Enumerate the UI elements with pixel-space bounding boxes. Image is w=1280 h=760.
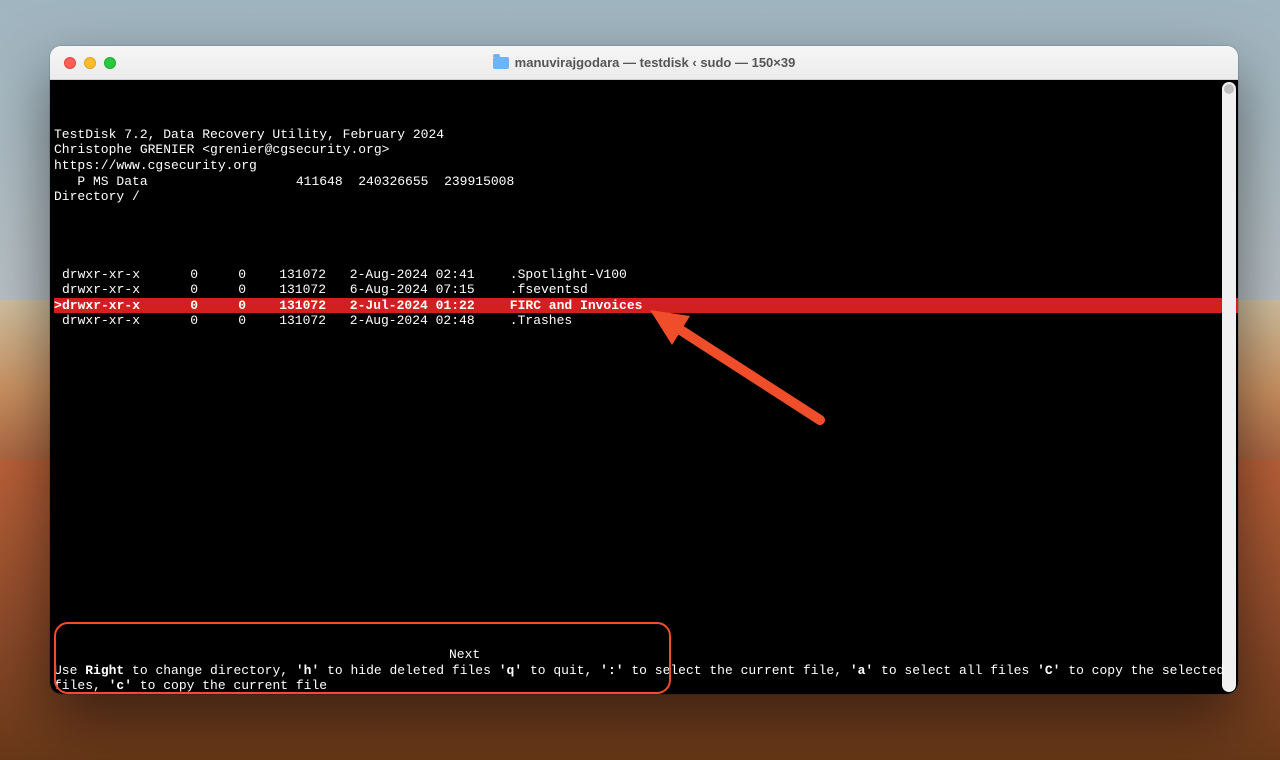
minimize-button[interactable] <box>84 57 96 69</box>
hint-line-1: Use Right to change directory, 'h' to hi… <box>54 663 491 678</box>
app-version-line: TestDisk 7.2, Data Recovery Utility, Feb… <box>54 127 444 142</box>
file-row[interactable]: drwxr-xr-x00131072 2-Aug-2024 02:41 .Spo… <box>54 267 1238 283</box>
col-gid: 0 <box>198 298 246 314</box>
terminal-content: TestDisk 7.2, Data Recovery Utility, Feb… <box>50 80 1238 360</box>
row-cursor <box>54 313 62 329</box>
traffic-lights <box>50 57 116 69</box>
file-list[interactable]: drwxr-xr-x00131072 2-Aug-2024 02:41 .Spo… <box>50 252 1238 329</box>
row-cursor <box>54 267 62 283</box>
row-cursor: > <box>54 298 62 314</box>
col-date: 6-Aug-2024 07:15 <box>326 282 502 298</box>
col-uid: 0 <box>150 313 198 329</box>
col-name: .Spotlight-V100 <box>502 267 627 283</box>
col-name: FIRC and Invoices <box>502 298 642 314</box>
zoom-button[interactable] <box>104 57 116 69</box>
url-line: https://www.cgsecurity.org <box>54 158 257 173</box>
directory-line: Directory / <box>54 189 140 204</box>
terminal-body[interactable]: TestDisk 7.2, Data Recovery Utility, Feb… <box>50 80 1238 694</box>
col-uid: 0 <box>150 267 198 283</box>
col-size: 131072 <box>246 267 326 283</box>
file-row[interactable]: drwxr-xr-x00131072 6-Aug-2024 07:15 .fse… <box>54 282 1238 298</box>
col-name: .Trashes <box>502 313 572 329</box>
scrollbar-thumb[interactable] <box>1224 84 1234 94</box>
window-title-text: manuvirajgodara — testdisk ‹ sudo — 150×… <box>515 55 796 70</box>
window-title: manuvirajgodara — testdisk ‹ sudo — 150×… <box>50 55 1238 70</box>
col-date: 2-Jul-2024 01:22 <box>326 298 502 314</box>
col-date: 2-Aug-2024 02:48 <box>326 313 502 329</box>
col-gid: 0 <box>198 313 246 329</box>
col-size: 131072 <box>246 282 326 298</box>
partition-line: P MS Data 411648 240326655 239915008 <box>54 174 514 189</box>
col-size: 131072 <box>246 298 326 314</box>
scrollbar[interactable] <box>1222 82 1236 692</box>
file-row[interactable]: drwxr-xr-x00131072 2-Aug-2024 02:48 .Tra… <box>54 313 1238 329</box>
col-perms: drwxr-xr-x <box>62 267 150 283</box>
col-perms: drwxr-xr-x <box>62 298 150 314</box>
close-button[interactable] <box>64 57 76 69</box>
help-footer: Next Use Right to change directory, 'h' … <box>54 647 1234 694</box>
col-perms: drwxr-xr-x <box>62 313 150 329</box>
col-perms: drwxr-xr-x <box>62 282 150 298</box>
col-date: 2-Aug-2024 02:41 <box>326 267 502 283</box>
terminal-window: manuvirajgodara — testdisk ‹ sudo — 150×… <box>50 46 1238 694</box>
hint-line-2: 'q' to quit, ':' to select the current f… <box>499 663 1030 678</box>
row-cursor <box>54 282 62 298</box>
col-gid: 0 <box>198 267 246 283</box>
author-line: Christophe GRENIER <grenier@cgsecurity.o… <box>54 142 389 157</box>
folder-icon <box>493 57 509 69</box>
footer-next: Next <box>54 647 1234 663</box>
file-row[interactable]: >drwxr-xr-x00131072 2-Jul-2024 01:22 FIR… <box>54 298 1238 314</box>
col-gid: 0 <box>198 282 246 298</box>
col-uid: 0 <box>150 282 198 298</box>
titlebar[interactable]: manuvirajgodara — testdisk ‹ sudo — 150×… <box>50 46 1238 80</box>
col-size: 131072 <box>246 313 326 329</box>
col-uid: 0 <box>150 298 198 314</box>
col-name: .fseventsd <box>502 282 588 298</box>
